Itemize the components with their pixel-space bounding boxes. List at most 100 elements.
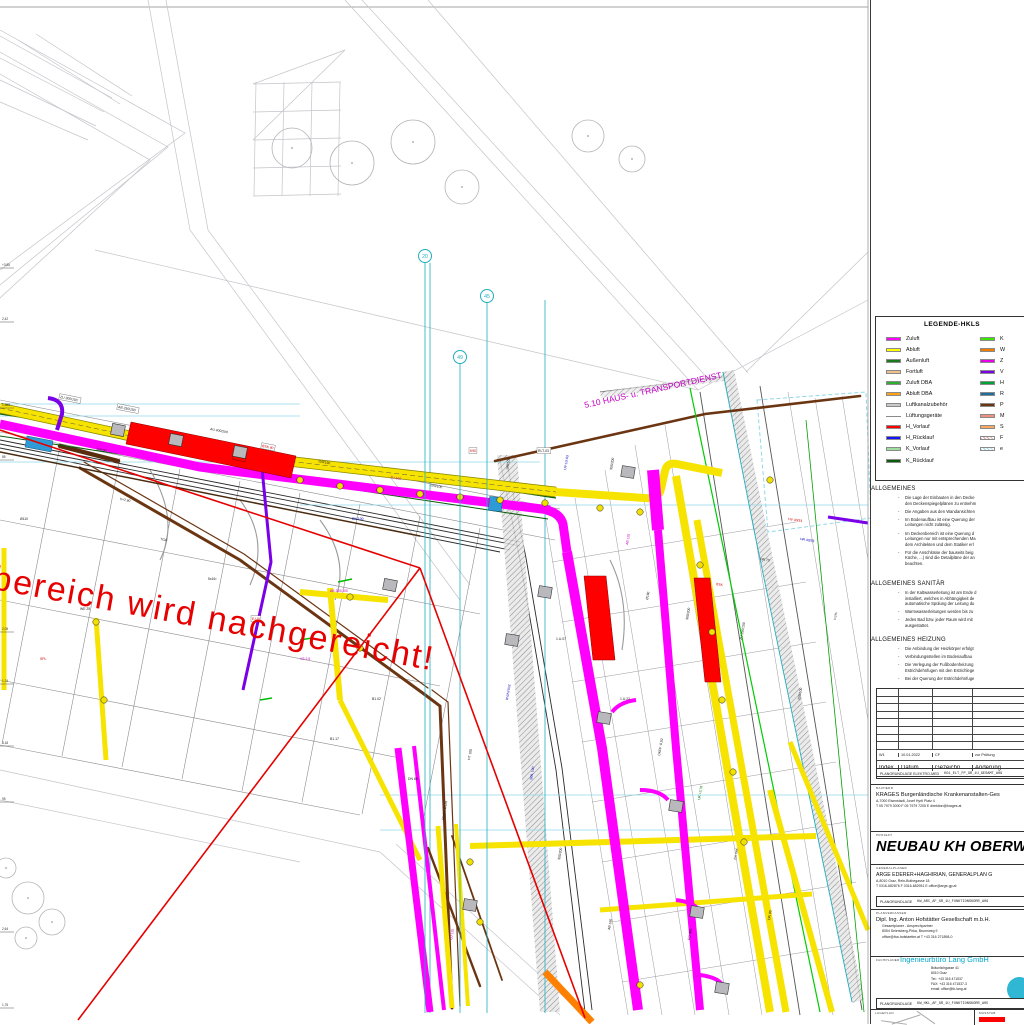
- damper-symbol: [730, 769, 736, 775]
- micro-label: ZU 125: [449, 928, 455, 940]
- legend-item-label: K_Vorlauf: [906, 446, 929, 452]
- damper-symbol: [709, 629, 715, 635]
- tree-center-dot: [291, 147, 293, 149]
- masstab-cell: MASSTAB: [975, 1010, 1024, 1025]
- air-diffuser: [715, 982, 730, 995]
- grid-bubble-label: 20: [422, 254, 428, 260]
- note-item: -Jedes Bad bzw. jeder Raum wird mit ausg…: [871, 617, 1024, 628]
- projekt-block: PROJEKT NEUBAU KH OBERWART: [871, 831, 1024, 864]
- legend-item: Lüftungsgeräte: [886, 411, 980, 422]
- damper-symbol: [477, 919, 483, 925]
- generalplaner-address: A-8010 Graz, Rein-Bothegasse 18: [876, 879, 1024, 883]
- legend-title: LEGENDE-HKLS: [876, 321, 1024, 328]
- note-item: -In der Kaltwasserleitung ist am Ende d …: [871, 590, 1024, 607]
- note-item: -Die Verlegung der Fußbodenheizung Estri…: [871, 662, 1024, 673]
- micro-label: K90: [470, 449, 476, 453]
- lageplan-cell: LAGEPLAN: [871, 1010, 975, 1025]
- legend-item: H_Vorlauf: [886, 422, 980, 433]
- dim-label: 2,64: [2, 927, 8, 931]
- micro-label: B1.17: [330, 737, 339, 741]
- micro-label: 300/200: [685, 607, 691, 620]
- micro-label: HT 100: [467, 748, 473, 760]
- damper-symbol: [347, 594, 353, 600]
- legend-item-label: M: [1000, 413, 1005, 419]
- legend-item: W: [980, 344, 1024, 355]
- generalplaner-block: GENERALPLANER ARGE EDERER+HAGHIRIAN, GEN…: [871, 864, 1024, 896]
- legend-item-label: Abluft DBA: [906, 391, 932, 397]
- legend-item: Luftkanalzubehör: [886, 400, 980, 411]
- note-item: -Die Anbindung der Heizkörper erfolgt: [871, 646, 1024, 652]
- revision-row: [877, 703, 1024, 711]
- legend-item-label: Luftkanalzubehör: [906, 402, 947, 408]
- damper-symbol: [597, 505, 603, 511]
- notes-allgemeines: ALLGEMEINES -Die Lage der Einbauten in d…: [871, 486, 1024, 569]
- revision-row: [877, 726, 1024, 734]
- legend-color-chip: [886, 425, 901, 429]
- damper-symbol: [719, 697, 725, 703]
- legend-color-chip: [980, 392, 995, 396]
- legend-item: Zuluft DBA: [886, 377, 980, 388]
- notes-title: ALLGEMEINES: [871, 486, 1024, 492]
- tree-center-dot: [412, 141, 414, 143]
- legend-color-chip: [980, 348, 995, 352]
- micro-label: h=2,60: [120, 497, 131, 503]
- generalplaner-name: ARGE EDERER+HAGHIRIAN, GENERALPLAN G: [876, 872, 1024, 878]
- legend-item: K: [980, 333, 1024, 344]
- planverfasser-label: PLANVERFASSER: [876, 911, 1024, 915]
- legend-item: R: [980, 388, 1024, 399]
- micro-label: SPL: [40, 657, 47, 661]
- revision-row: [877, 689, 1024, 696]
- micro-label: ZU 250/150: [739, 622, 746, 640]
- legend-item-label: K: [1000, 336, 1004, 342]
- dim-label: 2,05: [2, 627, 8, 631]
- planverfasser-line: Gesamtplaner - Ansprechpartner: [882, 924, 1024, 928]
- plangrundlage-elektro: PLANGRUNDLAGE ELEKTRO-MED KO1_ELT_FP_GR_…: [876, 768, 1024, 779]
- air-diffuser: [383, 578, 398, 591]
- air-diffuser: [538, 586, 553, 599]
- legend-color-chip: [886, 416, 901, 417]
- damper-symbol: [93, 619, 99, 625]
- micro-label: OKFF -0,02: [657, 738, 664, 756]
- micro-label: DN 100: [352, 517, 364, 521]
- air-diffuser: [463, 899, 478, 912]
- legend-color-chip: [980, 381, 995, 385]
- legend-item-label: Außenluft: [906, 358, 929, 364]
- damper-symbol: [417, 491, 423, 497]
- grid-bubble-label: 45: [484, 294, 490, 300]
- plangrundlage-arch: PLANGRUNDLAGE KW_ARC_AF_GR_1U_FUNKTIONSK…: [876, 896, 1024, 907]
- fachplaner-name: Ingenieurbüro Lang GmbH: [900, 956, 1024, 964]
- legend-color-chip: [980, 414, 995, 418]
- handwritten-note: bereich wird nachgereicht!: [0, 559, 438, 678]
- plangrundlage-label: PLANGRUNDLAGE: [880, 900, 912, 904]
- micro-label: B1.02: [372, 697, 381, 701]
- legend-color-chip: [886, 359, 901, 363]
- micro-label: 160/90: [96, 447, 107, 453]
- lageplan-label: LAGEPLAN: [875, 1011, 974, 1015]
- revision-row: [877, 711, 1024, 719]
- fachplaner-block: FACHPLANER Ingenieurbüro Lang GmbH Bräun…: [871, 956, 1024, 998]
- plangrundlage-label: PLANGRUNDLAGE ELEKTRO-MED: [880, 772, 939, 776]
- revision-table: W110.01.2022CFzur PrüfungIndexDatumGezei…: [876, 688, 1024, 777]
- micro-label: DN 65: [408, 777, 418, 781]
- legend-item: K_Rücklauf: [886, 455, 980, 466]
- damper-symbol: [637, 509, 643, 515]
- projekt-label: PROJEKT: [876, 833, 1024, 837]
- note-item: -Die Lage der Einbauten in den Decke den…: [871, 495, 1024, 506]
- damper-symbol: [337, 483, 343, 489]
- notes-heizung: ALLGEMEINES HEIZUNG -Die Anbindung der H…: [871, 637, 1024, 684]
- notes-sanitaer: ALLGEMEINES SANITÄR -In der Kaltwasserle…: [871, 581, 1024, 631]
- micro-label: UV-1U-03: [563, 455, 570, 470]
- legend-item-label: Fortluft: [906, 369, 923, 375]
- legend-item: M: [980, 411, 1024, 422]
- micro-label: AB 125: [625, 533, 631, 545]
- legend-item-label: P: [1000, 402, 1004, 408]
- legend-color-chip: [886, 447, 901, 451]
- dim-label: 2,42: [2, 317, 8, 321]
- air-diffuser: [111, 423, 126, 436]
- fachplaner-logo: [1007, 977, 1024, 998]
- plangrundlage-value: KO1_ELT_FP_GR_1U_GESAMT_A09: [944, 772, 1002, 776]
- legend-item: S: [980, 422, 1024, 433]
- legend-item-label: R: [1000, 391, 1004, 397]
- micro-label: Regen Ø125: [441, 800, 448, 820]
- air-diffuser: [621, 466, 636, 479]
